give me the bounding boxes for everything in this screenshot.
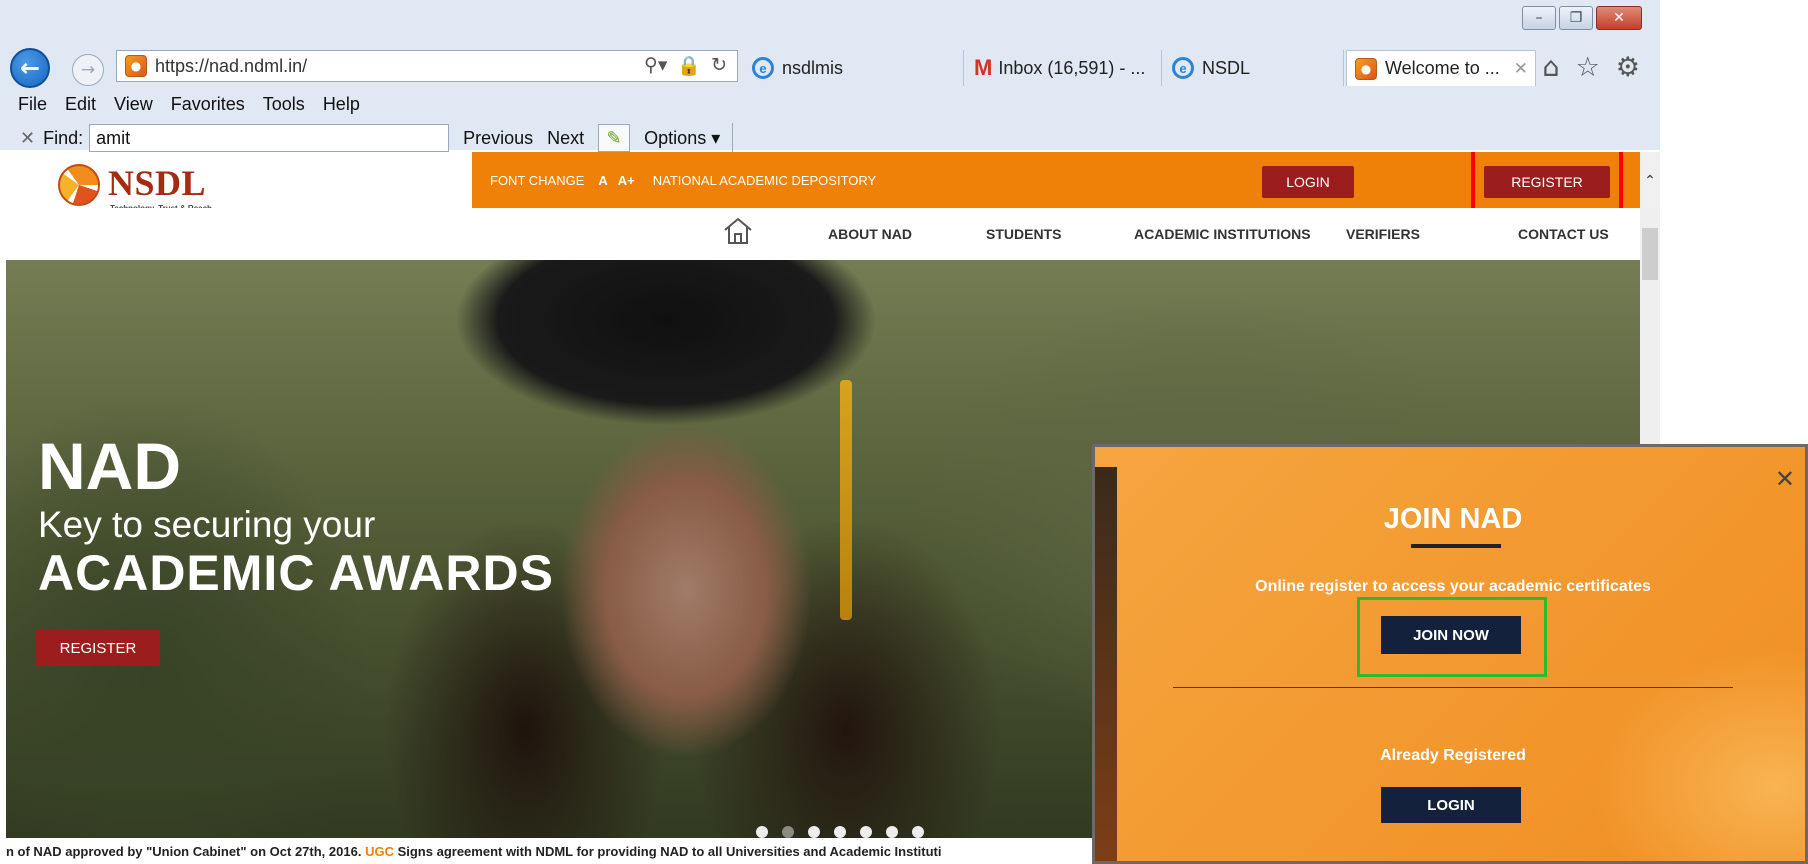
highlight-pen-icon[interactable]: ✎ [598,124,631,152]
forward-arrow-icon[interactable]: → [72,54,104,86]
restore-icon[interactable]: ❐ [1559,6,1593,30]
carousel-dot[interactable] [886,826,898,838]
menu-favorites[interactable]: Favorites [171,94,245,115]
home-icon[interactable] [722,216,754,246]
menu-edit[interactable]: Edit [65,94,96,115]
carousel-dot[interactable] [912,826,924,838]
modal-description: Online register to access your academic … [1255,578,1651,595]
find-options-button[interactable]: Options ▾ [644,128,720,149]
find-input[interactable]: amit [89,124,450,152]
find-next-button[interactable]: Next [547,128,584,149]
menu-bar: File Edit View Favorites Tools Help [0,92,1660,116]
refresh-icon[interactable]: ↻ [711,54,727,77]
join-now-button[interactable]: JOIN NOW [1381,616,1521,654]
carousel-dot[interactable] [808,826,820,838]
scroll-up-icon[interactable]: ⌃ [1640,152,1660,208]
menu-file[interactable]: File [18,94,47,115]
modal-title: JOIN NAD [1383,503,1523,535]
find-input-value: amit [96,127,131,148]
gmail-icon: M [974,55,993,80]
hero-subtitle: Key to securing your [38,504,376,545]
star-icon[interactable]: ☆ [1576,52,1600,83]
modal-login-button[interactable]: LOGIN [1381,787,1521,823]
ticker-prefix: n of NAD approved by "Union Cabinet" on … [6,844,362,859]
tab-label: nsdlmis [782,57,844,78]
browser-toolbar-icons: ⌂ ☆ ⚙ [1542,52,1640,83]
tab-label: Inbox (16,591) - ... [998,57,1146,78]
tab-inbox[interactable]: M Inbox (16,591) - ... [966,50,1162,86]
minimize-icon[interactable]: – [1522,6,1556,30]
close-window-icon[interactable]: ✕ [1596,6,1642,30]
logo-text: NSDL [108,163,207,203]
nsdl-favicon: ● [125,55,147,77]
menu-help[interactable]: Help [323,94,360,115]
find-separator [732,123,734,153]
find-label: Find: [43,127,84,148]
nsdl-favicon: ● [1355,57,1377,80]
menu-view[interactable]: View [114,94,153,115]
font-change-label: FONT CHANGE [490,172,585,188]
nav-about-nad[interactable]: ABOUT NAD [828,226,912,242]
close-find-icon[interactable]: ✕ [20,128,35,149]
close-icon[interactable]: ✕ [1775,465,1795,493]
font-size-a-plus-button[interactable]: A+ [618,173,635,188]
ie-icon: e [752,57,774,79]
back-arrow-icon[interactable]: ← [10,48,50,88]
tab-nsdlmis[interactable]: e nsdlmis [744,50,964,86]
font-size-a-button[interactable]: A [598,173,607,188]
tab-label: NSDL [1202,57,1251,78]
ie-icon: e [1172,57,1194,79]
hero-title: NAD [38,429,181,503]
top-orange-bar: FONT CHANGE A A+ NATIONAL ACADEMIC DEPOS… [472,152,1646,208]
scrollbar-thumb[interactable] [1642,228,1658,280]
gear-icon[interactable]: ⚙ [1616,52,1640,83]
browser-chrome: – ❐ ✕ ← → ● https://nad.ndml.in/ ⚲▾ 🔒 ↻ … [0,0,1660,153]
lock-icon[interactable]: 🔒 [677,54,701,77]
tab-label: Welcome to ... [1385,58,1500,78]
close-tab-icon[interactable]: ✕ [1514,59,1528,79]
nav-contact-us[interactable]: CONTACT US [1518,226,1609,242]
nav-verifiers[interactable]: VERIFIERS [1346,226,1420,242]
hero-register-button[interactable]: REGISTER [36,630,160,666]
address-bar[interactable]: ● https://nad.ndml.in/ ⚲▾ 🔒 ↻ [116,50,738,82]
ticker-rest: Signs agreement with NDML for providing … [397,844,942,859]
find-bar: ✕ Find: amit Previous Next ✎ Options ▾ [0,122,1660,154]
search-icon[interactable]: ⚲▾ [644,54,667,77]
login-button[interactable]: LOGIN [1262,166,1354,198]
join-nad-modal: ✕ JOIN NAD Online register to access you… [1092,444,1808,864]
nav-students[interactable]: STUDENTS [986,226,1061,242]
ticker-ugc-link[interactable]: UGC [365,844,394,859]
find-options-label: Options [644,127,707,148]
tab-nsdl[interactable]: e NSDL [1164,50,1344,86]
home-icon[interactable]: ⌂ [1542,52,1559,83]
depository-label: NATIONAL ACADEMIC DEPOSITORY [652,172,877,188]
address-text: https://nad.ndml.in/ [155,55,308,76]
window-controls: – ❐ ✕ [1522,6,1642,30]
nsdl-logo-mark-icon [58,164,100,206]
find-previous-button[interactable]: Previous [463,128,533,149]
tab-welcome[interactable]: ● Welcome to ... ✕ [1346,50,1536,86]
carousel-dot[interactable] [782,826,794,838]
menu-tools[interactable]: Tools [263,94,305,115]
modal-title-rule [1411,544,1501,548]
graduation-tassel [840,380,852,620]
carousel-dot[interactable] [834,826,846,838]
carousel-dots [756,826,924,838]
nav-academic-institutions[interactable]: ACADEMIC INSTITUTIONS [1134,226,1311,242]
address-tools: ⚲▾ 🔒 ↻ [644,54,727,77]
carousel-dot[interactable] [756,826,768,838]
hero-headline: ACADEMIC AWARDS [38,545,554,601]
modal-divider [1173,687,1733,688]
main-navigation: ABOUT NAD STUDENTS ACADEMIC INSTITUTIONS… [6,208,1640,260]
already-registered-label: Already Registered [1380,747,1526,764]
navigation-row: ← → ● https://nad.ndml.in/ ⚲▾ 🔒 ↻ e nsdl… [6,44,1660,88]
carousel-dot[interactable] [860,826,872,838]
